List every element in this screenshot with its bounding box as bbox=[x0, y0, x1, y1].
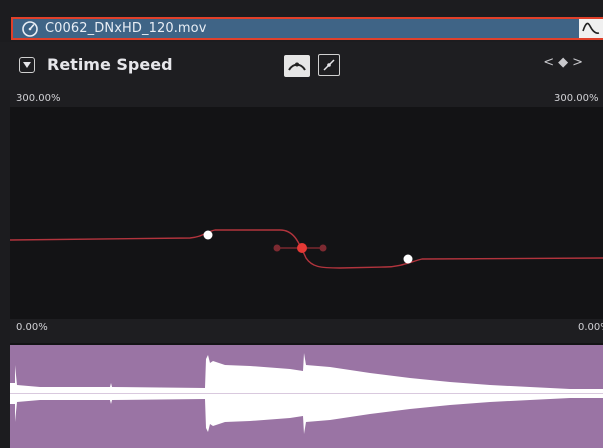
keyframe-handle-left bbox=[273, 244, 281, 252]
curve-icon bbox=[582, 22, 600, 34]
linear-curve-icon bbox=[323, 59, 335, 71]
toolbar: Retime Speed <◆> bbox=[0, 42, 603, 90]
speedometer-icon bbox=[22, 21, 38, 37]
clip-header[interactable]: C0062_DNxHD_120.mov bbox=[11, 17, 603, 40]
keyframe-point bbox=[203, 230, 213, 240]
ease-curve-icon bbox=[288, 62, 306, 71]
clip-name: C0062_DNxHD_120.mov bbox=[45, 21, 207, 36]
keyframe-point bbox=[403, 254, 413, 264]
keyframe-handle-right bbox=[319, 244, 327, 252]
audio-waveform bbox=[10, 353, 603, 434]
bottom-left-value: 0.00% bbox=[16, 322, 48, 333]
curve-dropdown-button[interactable] bbox=[19, 57, 35, 73]
keyframe-navigation[interactable]: <◆> bbox=[543, 55, 587, 70]
audio-waveform-track[interactable] bbox=[10, 345, 603, 448]
speed-graph[interactable]: 300.00% 300.00% 0.00% 0.00% bbox=[10, 90, 603, 345]
linear-curve-button[interactable] bbox=[318, 54, 340, 76]
keyframe-point-selected bbox=[297, 243, 307, 253]
speed-curve-area[interactable] bbox=[10, 90, 603, 319]
bottom-right-value: 0.00% bbox=[578, 322, 603, 333]
chevron-down-icon bbox=[23, 62, 31, 68]
curve-title: Retime Speed bbox=[47, 55, 173, 74]
curve-editor-toggle[interactable] bbox=[579, 19, 603, 38]
graph-bottom-label-row: 0.00% 0.00% bbox=[10, 319, 603, 343]
ease-curve-button[interactable] bbox=[284, 55, 310, 77]
